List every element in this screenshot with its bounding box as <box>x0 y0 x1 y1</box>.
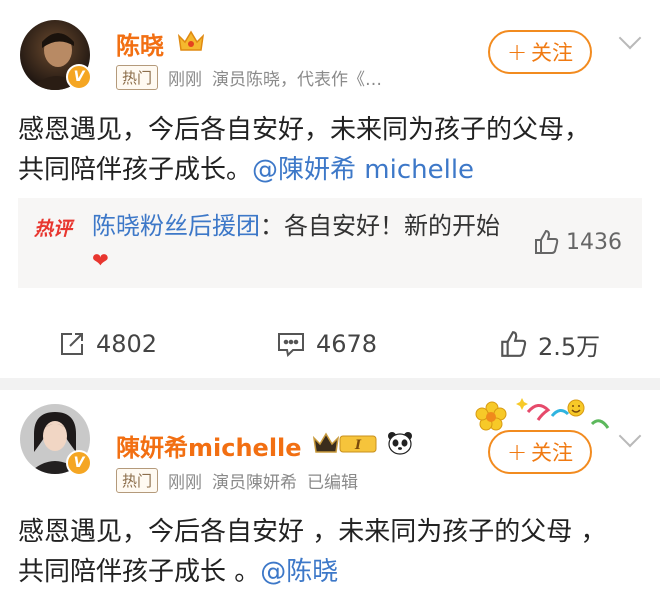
comment-icon <box>276 330 306 358</box>
plus-icon: + <box>506 38 528 66</box>
hot-comment-text: 陈晓粉丝后援团：各自安好！新的开始 ❤ <box>92 210 512 277</box>
like-icon <box>532 228 560 256</box>
weibo-post-chenxiao: V 陈晓 热门 刚刚 演员陈晓，代表作《… + 关注 感恩遇见，今后各自安好，未… <box>0 0 660 378</box>
hot-comment-label: 热评 <box>34 218 73 240</box>
repost-button[interactable]: 4802 <box>58 320 157 368</box>
author-bio: 演员陈晓，代表作《… <box>212 70 383 90</box>
like-count: 2.5万 <box>538 332 601 361</box>
crown-icon <box>177 30 205 51</box>
post-time: 刚刚 <box>168 473 203 493</box>
repost-icon <box>58 330 86 358</box>
hot-tag: 热门 <box>116 65 159 90</box>
author-bio: 演员陳妍希 <box>212 473 298 493</box>
comment-button[interactable]: 4678 <box>276 320 377 368</box>
chevron-down-icon[interactable] <box>618 424 642 448</box>
weibo-post-chenyanxi: V 陳妍希michelle I 热门 刚刚 演员陳妍希 已编辑 + 关注 感恩遇… <box>0 390 660 592</box>
hot-comment-like-button[interactable]: 1436 <box>532 228 622 256</box>
content-line-1: 感恩遇见，今后各自安好，未来同为孩子的父母， <box>18 115 591 145</box>
post-divider <box>0 378 660 390</box>
follow-button[interactable]: + 关注 <box>488 430 592 474</box>
post-meta: 热门 刚刚 演员陈晓，代表作《… <box>116 65 382 90</box>
follow-button[interactable]: + 关注 <box>488 30 592 74</box>
verified-badge-icon: V <box>66 450 92 476</box>
mention-link[interactable]: @陈晓 <box>260 557 338 587</box>
mention-link[interactable]: @陳妍希 michelle <box>252 155 474 185</box>
chevron-down-icon[interactable] <box>618 26 642 50</box>
hot-comment-like-count: 1436 <box>566 229 622 255</box>
like-icon <box>498 329 528 359</box>
level-text: I <box>354 438 362 453</box>
follow-label: 关注 <box>531 441 574 465</box>
repost-count: 4802 <box>96 330 158 358</box>
author-name[interactable]: 陈晓 <box>116 26 164 61</box>
post-content: 感恩遇见，今后各自安好 ，未来同为孩子的父母 ， 共同陪伴孩子成长 。@陈晓 <box>18 512 642 592</box>
hot-tag: 热门 <box>116 468 159 493</box>
follow-label: 关注 <box>531 41 574 65</box>
panda-icon <box>388 432 412 455</box>
post-time: 刚刚 <box>168 70 203 90</box>
plus-icon: + <box>506 438 528 466</box>
content-line-2: 共同陪伴孩子成长。 <box>18 155 253 185</box>
heart-icon: ❤ <box>92 248 109 272</box>
edited-label: 已编辑 <box>307 473 359 493</box>
post-meta: 热门 刚刚 演员陳妍希 已编辑 <box>116 468 358 493</box>
verified-badge-icon: V <box>66 64 92 90</box>
hot-comment[interactable]: 热评 陈晓粉丝后援团：各自安好！新的开始 ❤ 1436 <box>18 198 642 288</box>
content-line-2: 共同陪伴孩子成长 。 <box>18 557 261 587</box>
like-button[interactable]: 2.5万 <box>498 320 600 368</box>
post-actions: 4802 4678 2.5万 <box>0 320 660 368</box>
hot-comment-body: ：各自安好！新的开始 <box>260 212 500 240</box>
crown-level-icon: I <box>312 432 377 453</box>
post-content: 感恩遇见，今后各自安好，未来同为孩子的父母， 共同陪伴孩子成长。@陳妍希 mic… <box>18 110 642 190</box>
content-line-1: 感恩遇见，今后各自安好 ，未来同为孩子的父母 ， <box>18 517 607 547</box>
hot-comment-user[interactable]: 陈晓粉丝后援团 <box>92 212 260 240</box>
author-name[interactable]: 陳妍希michelle <box>116 428 302 463</box>
comment-count: 4678 <box>316 330 378 358</box>
